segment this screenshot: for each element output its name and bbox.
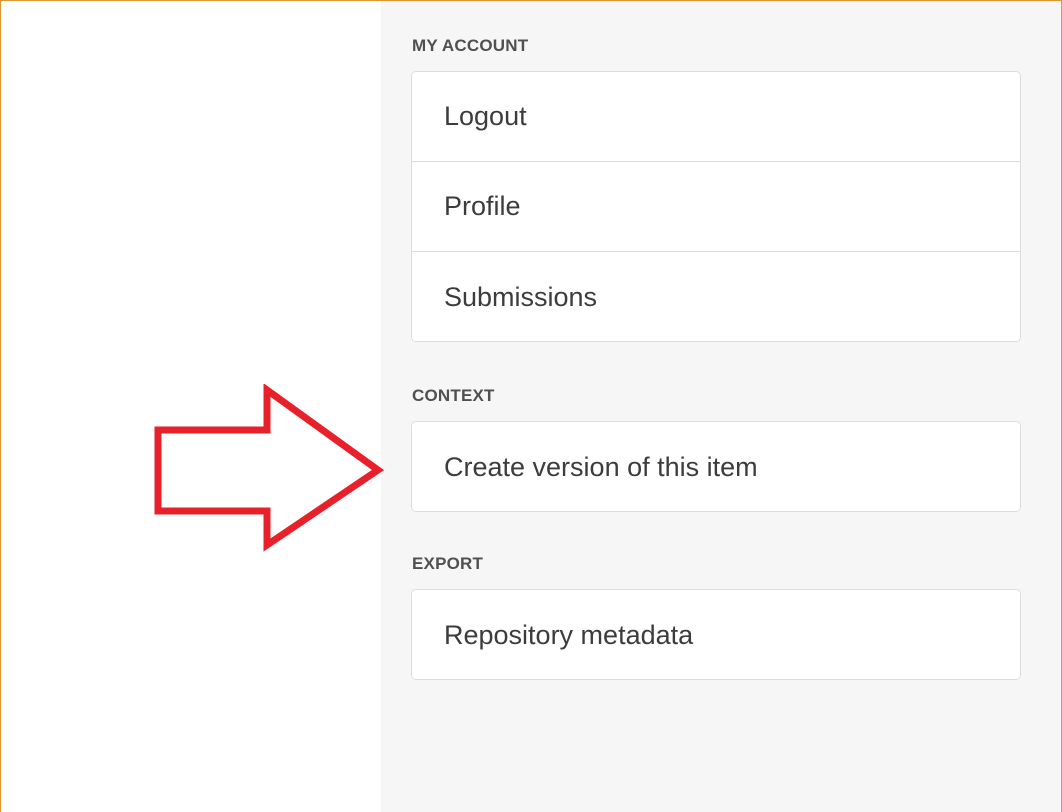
menu-item-create-version[interactable]: Create version of this item — [412, 422, 1020, 511]
menu-item-repository-metadata[interactable]: Repository metadata — [412, 590, 1020, 679]
my-account-menu: Logout Profile Submissions — [411, 71, 1021, 342]
menu-item-label: Create version of this item — [444, 451, 758, 482]
section-header-context: CONTEXT — [412, 386, 495, 405]
context-menu: Create version of this item — [411, 421, 1021, 512]
menu-item-profile[interactable]: Profile — [412, 162, 1020, 252]
menu-item-submissions[interactable]: Submissions — [412, 252, 1020, 341]
menu-item-label: Repository metadata — [444, 619, 694, 650]
section-header-export: EXPORT — [412, 554, 484, 573]
export-menu: Repository metadata — [411, 589, 1021, 680]
section-header-my-account: MY ACCOUNT — [412, 36, 529, 55]
menu-item-logout[interactable]: Logout — [412, 72, 1020, 162]
menu-item-label: Logout — [444, 101, 527, 131]
menu-item-label: Submissions — [444, 281, 598, 312]
menu-item-label: Profile — [444, 191, 521, 221]
right-arrow-icon — [154, 384, 385, 552]
